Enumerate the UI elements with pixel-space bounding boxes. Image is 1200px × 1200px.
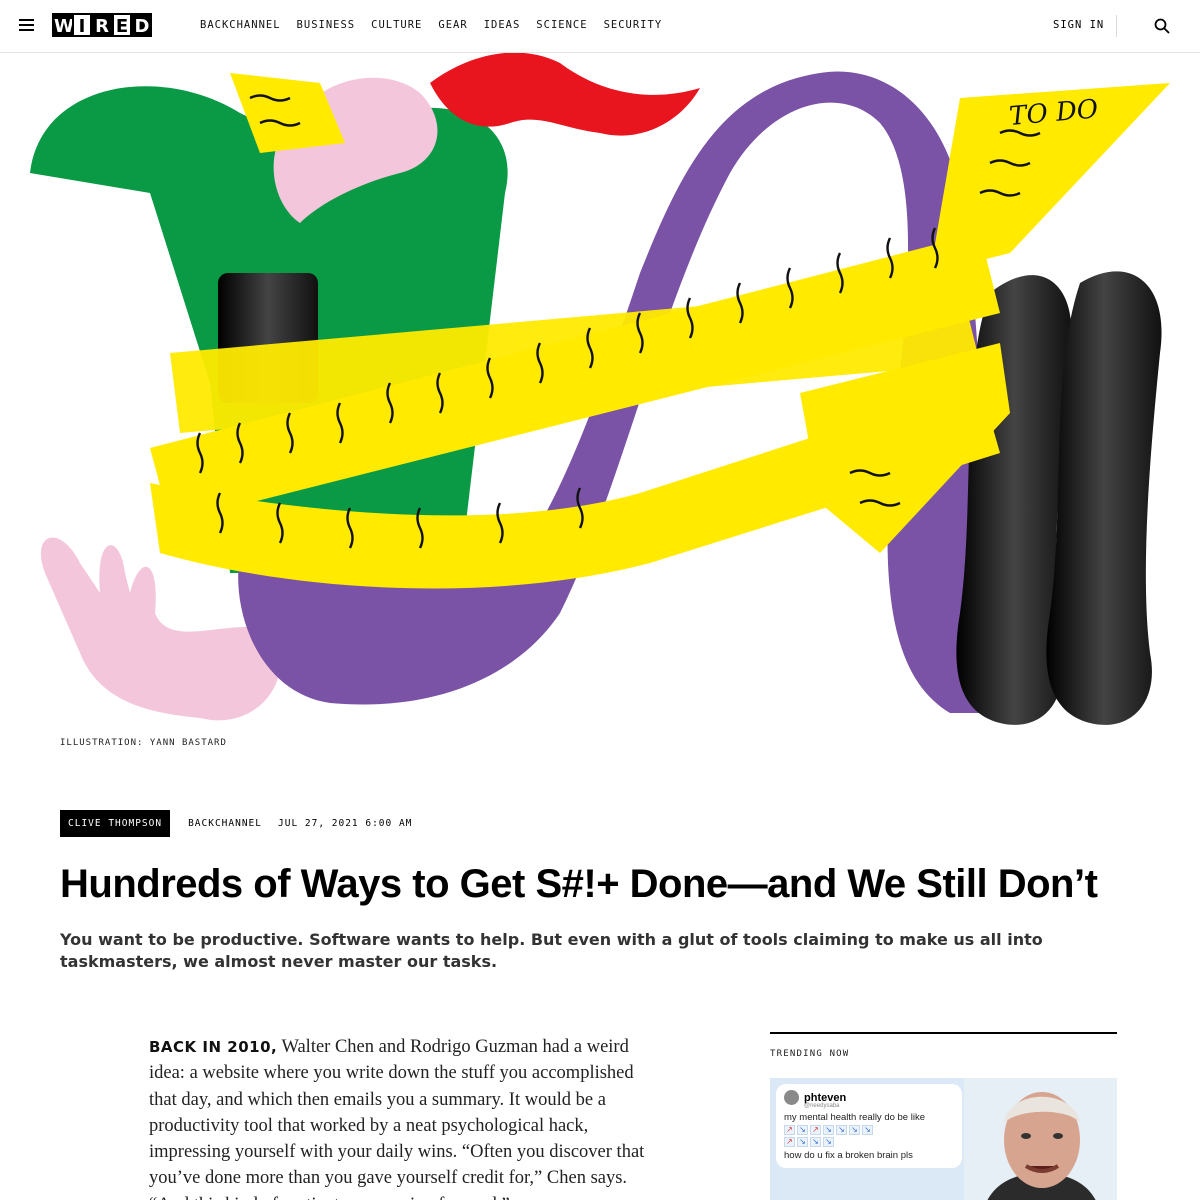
header-divider xyxy=(1116,15,1117,37)
search-icon[interactable] xyxy=(1154,18,1170,34)
site-header: W I R E D BACKCHANNEL BUSINESS CULTURE G… xyxy=(0,0,1200,53)
chart-down-icon: ↘ xyxy=(849,1125,860,1135)
chart-down-icon: ↘ xyxy=(823,1137,834,1147)
body-paragraph: Walter Chen and Rodrigo Guzman had a wei… xyxy=(149,1037,645,1200)
lead-in: BACK IN 2010, xyxy=(149,1038,278,1056)
article-dek: You want to be productive. Software want… xyxy=(60,930,1043,971)
chart-down-icon: ↘ xyxy=(810,1137,821,1147)
article-meta: CLIVE THOMPSON BACKCHANNEL JUL 27, 2021 … xyxy=(60,810,412,837)
nav-ideas[interactable]: IDEAS xyxy=(484,19,521,31)
article-body: BACK IN 2010, Walter Chen and Rodrigo Gu… xyxy=(149,1034,659,1200)
category-link[interactable]: BACKCHANNEL xyxy=(188,818,262,829)
wired-logo[interactable]: W I R E D xyxy=(52,13,152,37)
hamburger-menu-icon[interactable] xyxy=(19,19,34,33)
logo-letter: W xyxy=(52,13,74,37)
presenter-photo xyxy=(964,1078,1117,1200)
nav-security[interactable]: SECURITY xyxy=(604,19,663,31)
main-nav: BACKCHANNEL BUSINESS CULTURE GEAR IDEAS … xyxy=(200,19,662,31)
chart-down-icon: ↘ xyxy=(797,1137,808,1147)
chart-down-icon: ↘ xyxy=(862,1125,873,1135)
chart-down-icon: ↘ xyxy=(836,1125,847,1135)
hero-artwork: TO DO xyxy=(30,53,1170,725)
hero-illustration: TO DO xyxy=(0,53,1200,730)
trending-video-card[interactable]: phteven @needysaba my mental health real… xyxy=(770,1078,1117,1200)
publish-date: JUL 27, 2021 6:00 AM xyxy=(278,818,413,829)
chart-down-icon: ↘ xyxy=(797,1125,808,1135)
author-link[interactable]: CLIVE THOMPSON xyxy=(60,810,171,837)
article-headline: Hundreds of Ways to Get S#!+ Done—and We… xyxy=(60,862,1098,906)
tweet-card: phteven @needysaba my mental health real… xyxy=(776,1084,962,1168)
tweet-text: how do u fix a broken brain pls xyxy=(784,1150,913,1161)
hero-caption: ILLUSTRATION: YANN BASTARD xyxy=(60,738,227,748)
logo-letter: I xyxy=(72,13,92,37)
chart-down-icon: ↘ xyxy=(823,1125,834,1135)
nav-culture[interactable]: CULTURE xyxy=(371,19,422,31)
tweet-name: phteven xyxy=(804,1091,847,1104)
tweet-handle: @needysaba xyxy=(804,1103,840,1109)
trending-label: TRENDING NOW xyxy=(770,1049,850,1059)
nav-backchannel[interactable]: BACKCHANNEL xyxy=(200,19,281,31)
trending-sidebar: TRENDING NOW phteven @needysaba my menta… xyxy=(770,1032,1117,1200)
chart-up-icon: ↗ xyxy=(784,1125,795,1135)
chart-emoji-row: ↗ ↘ ↗ ↘ ↘ ↘ ↘ xyxy=(784,1125,954,1135)
avatar xyxy=(784,1090,799,1105)
chart-emoji-row: ↗ ↘ ↘ ↘ xyxy=(784,1137,954,1147)
logo-letter: D xyxy=(132,13,152,37)
logo-letter: R xyxy=(92,13,112,37)
chart-up-icon: ↗ xyxy=(810,1125,821,1135)
sign-in-link[interactable]: SIGN IN xyxy=(1053,19,1104,31)
nav-gear[interactable]: GEAR xyxy=(438,19,467,31)
tweet-text: my mental health really do be like xyxy=(784,1112,925,1123)
chart-up-icon: ↗ xyxy=(784,1137,795,1147)
logo-letter: E xyxy=(112,13,132,37)
nav-business[interactable]: BUSINESS xyxy=(297,19,356,31)
nav-science[interactable]: SCIENCE xyxy=(536,19,587,31)
